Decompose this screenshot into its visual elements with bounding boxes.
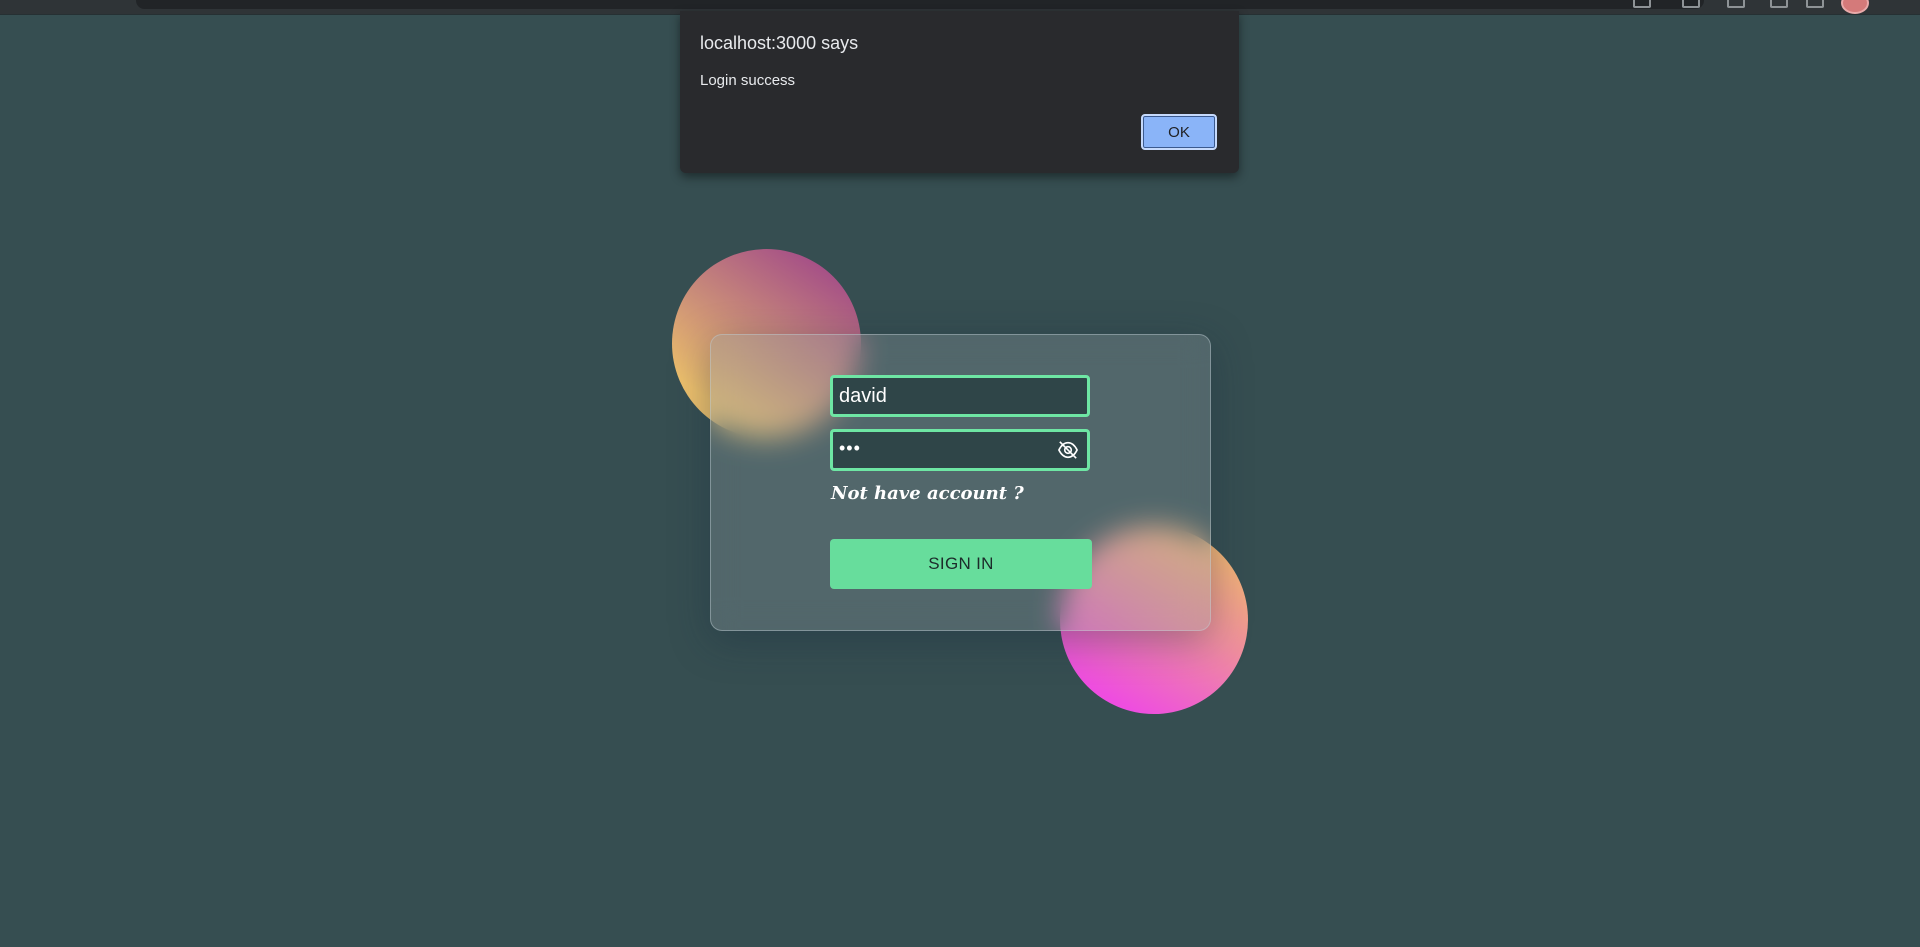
- toolbar-icon[interactable]: [1806, 0, 1824, 8]
- address-bar[interactable]: [136, 0, 1704, 9]
- dialog-title: localhost:3000 says: [700, 33, 859, 53]
- page: david ••• Not have account ? SIGN IN loc…: [0, 0, 1920, 947]
- alert-dialog: localhost:3000 says Login success OK: [680, 11, 1239, 173]
- toolbar-icon[interactable]: [1727, 0, 1745, 8]
- sign-in-button[interactable]: SIGN IN: [830, 539, 1092, 589]
- username-field[interactable]: david: [830, 375, 1090, 417]
- dialog-message: Login success: [700, 72, 796, 89]
- password-value: •••: [839, 438, 861, 458]
- ok-button[interactable]: OK: [1141, 114, 1217, 150]
- eye-slash-icon[interactable]: [1057, 440, 1079, 460]
- toolbar-icon[interactable]: [1633, 0, 1651, 8]
- login-card: david ••• Not have account ? SIGN IN: [710, 334, 1211, 631]
- signup-link[interactable]: Not have account ?: [831, 483, 1024, 504]
- username-value: david: [839, 385, 887, 407]
- password-field[interactable]: •••: [830, 429, 1090, 471]
- toolbar-icon[interactable]: [1770, 0, 1788, 8]
- profile-avatar[interactable]: [1841, 0, 1869, 14]
- toolbar-icon[interactable]: [1682, 0, 1700, 8]
